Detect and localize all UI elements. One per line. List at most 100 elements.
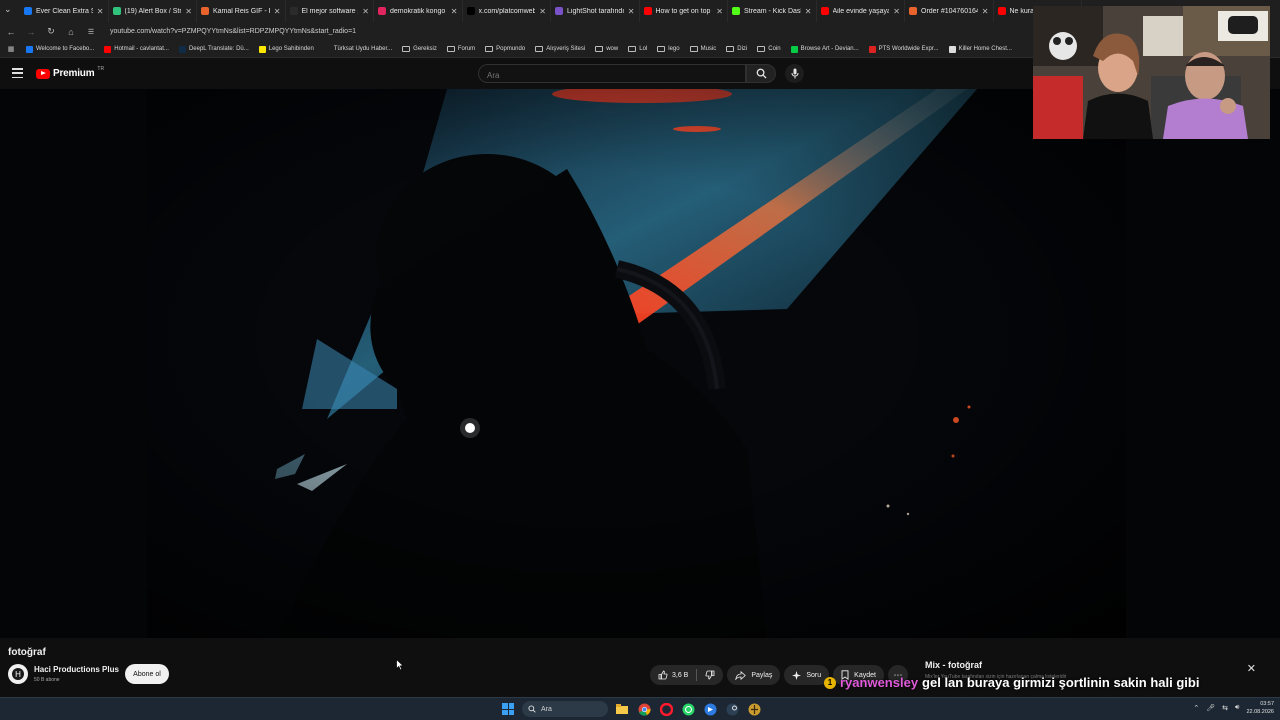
bookmark-item[interactable]: Türksat Uydu Haber... <box>323 45 393 53</box>
like-button[interactable]: 3,6 B <box>650 665 696 685</box>
tab-close-icon[interactable]: ✕ <box>97 7 104 16</box>
tab-close-icon[interactable]: ✕ <box>362 7 369 16</box>
tab-close-icon[interactable]: ✕ <box>451 7 458 16</box>
tab-close-icon[interactable]: ✕ <box>628 7 635 16</box>
like-count: 3,6 B <box>672 671 689 679</box>
clock[interactable]: 03:57 22.08.2026 <box>1246 700 1274 716</box>
forward-icon[interactable]: → <box>26 27 36 37</box>
bookmark-label: Killer Home Chest... <box>958 46 1012 52</box>
microphone-icon <box>791 68 798 79</box>
browser-tab[interactable]: El mejor software p ✕ <box>286 0 374 22</box>
svg-text:H: H <box>15 670 21 679</box>
sparkle-icon <box>792 670 802 680</box>
folder-icon <box>446 46 455 52</box>
channel-avatar[interactable]: H <box>8 664 28 684</box>
voice-search-button[interactable] <box>785 64 804 83</box>
tab-close-icon[interactable]: ✕ <box>539 7 546 16</box>
bookmark-label: PTS Worldwide Expr... <box>878 46 939 52</box>
bookmark-item[interactable]: Hotmail - cavlantat... <box>104 45 169 53</box>
home-icon[interactable]: ⌂ <box>66 27 76 37</box>
bookmark-item[interactable]: Welcome to Facebo... <box>26 45 94 53</box>
tab-close-icon[interactable]: ✕ <box>893 7 900 16</box>
whatsapp-icon[interactable] <box>680 701 696 717</box>
site-info-icon[interactable]: ☰ <box>86 28 96 36</box>
tab-label: (19) Alert Box / Str <box>124 7 182 15</box>
channel-name[interactable]: Haci Productions Plus <box>34 665 119 674</box>
subscriber-count: 50 B abone <box>34 677 60 683</box>
bookmark-item[interactable]: Coin <box>757 46 781 53</box>
chrome-icon[interactable] <box>636 701 652 717</box>
browser-tab[interactable]: x.com/platcomweb ✕ <box>463 0 551 22</box>
browser-tab[interactable]: demokratik kongo ✕ <box>374 0 463 22</box>
like-dislike-group: 3,6 B <box>650 665 724 685</box>
bookmark-item[interactable]: DeepL Translate: Dü... <box>178 45 249 53</box>
bookmark-item[interactable]: Popmundo <box>485 46 525 53</box>
browser-tab[interactable]: How to get on top ✕ <box>640 0 728 22</box>
tray-chevron-icon[interactable]: ⌃ <box>1193 704 1199 712</box>
bookmark-item[interactable]: wow <box>595 46 618 53</box>
search-button[interactable] <box>746 64 776 83</box>
apps-grid-icon[interactable]: ▦ <box>6 45 16 53</box>
search-input[interactable] <box>479 67 745 84</box>
video-frame[interactable] <box>147 89 1126 638</box>
bookmark-item[interactable]: Lego Sahibinden <box>258 45 314 53</box>
start-button[interactable] <box>500 701 516 717</box>
tab-close-icon[interactable]: ✕ <box>805 7 812 16</box>
file-explorer-icon[interactable] <box>614 701 630 717</box>
bookmark-item[interactable]: Alışveriş Sitesi <box>535 46 585 53</box>
deviantart-icon <box>790 45 798 53</box>
tab-label: Aile evinde yaşayan <box>832 7 890 15</box>
bookmark-list: Welcome to Facebo... Hotmail - cavlantat.… <box>26 45 1012 53</box>
bookmark-item[interactable]: Music <box>689 46 717 53</box>
browser-tab[interactable]: Ever Clean Extra Str ✕ <box>20 0 109 22</box>
bookmark-label: Türksat Uydu Haber... <box>333 46 393 52</box>
clock-time: 03:57 <box>1260 701 1274 707</box>
browser-tab[interactable]: LightShot tarafındı ✕ <box>551 0 640 22</box>
opera-icon[interactable] <box>658 701 674 717</box>
ask-button[interactable]: Soru <box>784 665 830 685</box>
subscribe-button[interactable]: Abone ol <box>125 664 169 684</box>
tab-close-icon[interactable]: ✕ <box>982 7 989 16</box>
youtube-logo[interactable]: Premium TR <box>36 66 104 79</box>
volume-icon[interactable]: 🔊︎ <box>1235 704 1239 712</box>
tab-search-icon[interactable]: ⌄ <box>4 4 12 15</box>
tab-close-icon[interactable]: ✕ <box>716 7 723 16</box>
taskbar-search[interactable]: Ara <box>522 701 608 717</box>
steam-icon[interactable] <box>724 701 740 717</box>
network-icon[interactable]: ⇆ <box>1222 704 1228 712</box>
bookmark-label: Dizi <box>737 46 748 52</box>
tab-close-icon[interactable]: ✕ <box>185 7 192 16</box>
bookmark-item[interactable]: Forum <box>446 46 475 53</box>
bookmark-item[interactable]: Lol <box>628 46 647 53</box>
back-icon[interactable]: ← <box>6 27 16 37</box>
bookmark-label: Music <box>700 46 717 52</box>
bookmark-item[interactable]: lego <box>657 46 680 53</box>
bookmark-item[interactable]: Gereksiz <box>402 46 437 53</box>
browser-tab[interactable]: Kamal Reis GIF - Fi ✕ <box>197 0 286 22</box>
tab-favicon-icon <box>289 7 298 15</box>
bookmark-item[interactable]: Dizi <box>726 46 747 53</box>
browser-tab[interactable]: (19) Alert Box / Str ✕ <box>109 0 197 22</box>
folder-icon <box>535 46 544 52</box>
bookmark-item[interactable]: Browse Art - Devian... <box>790 45 859 53</box>
browser-tab[interactable]: Aile evinde yaşayan ✕ <box>817 0 905 22</box>
url-text[interactable]: youtube.com/watch?v=PZMPQYYtmNs&list=RDP… <box>110 28 356 35</box>
thumbs-up-icon <box>658 670 668 680</box>
close-icon[interactable]: ✕ <box>1247 662 1256 675</box>
microphone-tray-icon[interactable]: 🎤︎ <box>1206 704 1215 712</box>
logo-text: Premium <box>53 68 95 79</box>
mouse-cursor-icon <box>396 659 404 671</box>
menu-icon[interactable] <box>12 68 23 78</box>
dislike-button[interactable] <box>697 665 723 685</box>
app-yellow-icon[interactable] <box>746 701 762 717</box>
app-blue-icon[interactable] <box>702 701 718 717</box>
bookmark-item[interactable]: PTS Worldwide Expr... <box>868 45 939 53</box>
tab-favicon-icon <box>820 7 829 15</box>
video-player[interactable] <box>0 89 1280 638</box>
share-button[interactable]: Paylaş <box>727 665 781 685</box>
reload-icon[interactable]: ↻ <box>46 26 56 37</box>
browser-tab[interactable]: Order #104760164 ✕ <box>905 0 994 22</box>
bookmark-item[interactable]: Killer Home Chest... <box>948 45 1012 53</box>
tab-close-icon[interactable]: ✕ <box>274 7 281 16</box>
browser-tab[interactable]: Stream - Kick Dash ✕ <box>728 0 817 22</box>
